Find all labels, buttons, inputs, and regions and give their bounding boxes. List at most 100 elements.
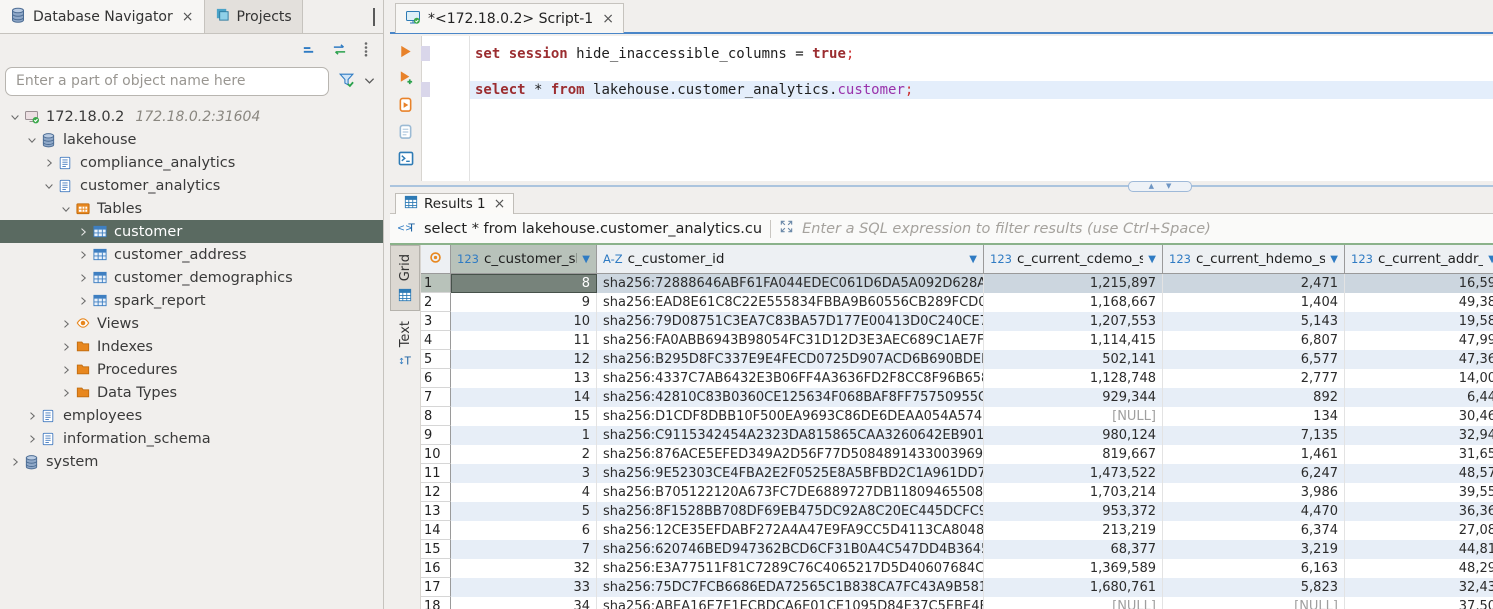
collapse-down-icon[interactable]: ▼ bbox=[1166, 183, 1171, 190]
table-cell[interactable]: 1,404 bbox=[1163, 293, 1345, 312]
row-number[interactable]: 1 bbox=[421, 274, 451, 293]
expand-filter-icon[interactable] bbox=[779, 219, 794, 238]
table-cell[interactable]: 49,38 bbox=[1345, 293, 1493, 312]
tree-item-procedures[interactable]: Procedures bbox=[0, 358, 383, 381]
table-cell[interactable]: 3 bbox=[451, 464, 597, 483]
row-number[interactable]: 13 bbox=[421, 502, 451, 521]
row-number[interactable]: 17 bbox=[421, 578, 451, 597]
tree-item-172.18.0.2[interactable]: 172.18.0.2172.18.0.2:31604 bbox=[0, 105, 383, 128]
table-cell[interactable]: 4,470 bbox=[1163, 502, 1345, 521]
table-cell[interactable]: 1,703,214 bbox=[984, 483, 1163, 502]
view-menu-button[interactable] bbox=[363, 41, 369, 57]
table-cell[interactable]: 33 bbox=[451, 578, 597, 597]
chevron-down-icon[interactable] bbox=[6, 111, 23, 123]
tree-item-compliance-analytics[interactable]: compliance_analytics bbox=[0, 151, 383, 174]
chevron-right-icon[interactable] bbox=[6, 456, 23, 468]
table-cell[interactable]: sha256:620746BED947362BCD6CF31B0A4C547DD… bbox=[597, 540, 984, 559]
table-cell[interactable]: 31,65 bbox=[1345, 445, 1493, 464]
table-cell[interactable]: 1,128,748 bbox=[984, 369, 1163, 388]
table-cell[interactable]: sha256:876ACE5EFED349A2D56F77D5084891433… bbox=[597, 445, 984, 464]
sort-dropdown-icon[interactable]: ▼ bbox=[1488, 254, 1493, 265]
table-cell[interactable]: sha256:8F1528BB708DF69EB475DC92A8C20EC44… bbox=[597, 502, 984, 521]
table-cell[interactable]: 27,08 bbox=[1345, 521, 1493, 540]
table-cell[interactable]: 32 bbox=[451, 559, 597, 578]
table-cell[interactable]: 2,777 bbox=[1163, 369, 1345, 388]
chevron-right-icon[interactable] bbox=[23, 433, 40, 445]
table-cell[interactable]: sha256:C9115342454A2323DA815865CAA326064… bbox=[597, 426, 984, 445]
table-cell[interactable]: sha256:4337C7AB6432E3B06FF4A3636FD2F8CC8… bbox=[597, 369, 984, 388]
table-cell[interactable]: 13 bbox=[451, 369, 597, 388]
row-number[interactable]: 4 bbox=[421, 331, 451, 350]
tab-sql-script[interactable]: *<172.18.0.2> Script-1 × bbox=[395, 3, 624, 33]
execute-statement-button[interactable] bbox=[398, 44, 413, 59]
table-cell[interactable]: 44,81 bbox=[1345, 540, 1493, 559]
table-cell[interactable]: 8 bbox=[451, 274, 597, 293]
tree-item-customer-address[interactable]: customer_address bbox=[0, 243, 383, 266]
chevron-down-icon[interactable] bbox=[23, 134, 40, 146]
column-header-c_customer_sk[interactable]: 123c_customer_sk▼ bbox=[451, 245, 597, 273]
table-cell[interactable]: 1 bbox=[451, 426, 597, 445]
table-cell[interactable]: 1,461 bbox=[1163, 445, 1345, 464]
table-cell[interactable]: sha256:E3A77511F81C7289C76C4065217D5D406… bbox=[597, 559, 984, 578]
table-cell[interactable]: [NULL] bbox=[984, 597, 1163, 609]
table-cell[interactable]: 2 bbox=[451, 445, 597, 464]
row-number[interactable]: 15 bbox=[421, 540, 451, 559]
table-cell[interactable]: sha256:B295D8FC337E9E4FECD0725D907ACD6B6… bbox=[597, 350, 984, 369]
row-number[interactable]: 10 bbox=[421, 445, 451, 464]
splitter-sash[interactable]: ▲ ▼ bbox=[1128, 181, 1192, 192]
table-cell[interactable]: 7,135 bbox=[1163, 426, 1345, 445]
table-cell[interactable]: 3,986 bbox=[1163, 483, 1345, 502]
object-name-filter-input[interactable] bbox=[5, 67, 329, 96]
table-cell[interactable]: 5 bbox=[451, 502, 597, 521]
table-cell[interactable]: 892 bbox=[1163, 388, 1345, 407]
table-cell[interactable]: 6,374 bbox=[1163, 521, 1345, 540]
tree-item-system[interactable]: system bbox=[0, 450, 383, 473]
sort-dropdown-icon[interactable]: ▼ bbox=[1148, 254, 1156, 265]
table-cell[interactable]: 6,577 bbox=[1163, 350, 1345, 369]
tree-item-customer-demographics[interactable]: customer_demographics bbox=[0, 266, 383, 289]
table-cell[interactable]: 6,807 bbox=[1163, 331, 1345, 350]
sql-code-area[interactable]: set session hide_inaccessible_columns = … bbox=[470, 36, 1493, 181]
table-cell[interactable]: 37,50 bbox=[1345, 597, 1493, 609]
table-cell[interactable]: 19,58 bbox=[1345, 312, 1493, 331]
table-cell[interactable]: 30,46 bbox=[1345, 407, 1493, 426]
table-cell[interactable]: sha256:B705122120A673FC7DE6889727DB11809… bbox=[597, 483, 984, 502]
table-cell[interactable]: 6,44 bbox=[1345, 388, 1493, 407]
table-cell[interactable]: 1,168,667 bbox=[984, 293, 1163, 312]
explain-plan-button[interactable] bbox=[398, 124, 413, 140]
table-cell[interactable]: 1,114,415 bbox=[984, 331, 1163, 350]
chevron-down-icon[interactable] bbox=[57, 203, 74, 215]
chevron-right-icon[interactable] bbox=[57, 364, 74, 376]
presentation-tab-grid[interactable]: Grid bbox=[390, 245, 420, 311]
table-cell[interactable]: 1,369,589 bbox=[984, 559, 1163, 578]
row-number[interactable]: 8 bbox=[421, 407, 451, 426]
row-number[interactable]: 6 bbox=[421, 369, 451, 388]
table-cell[interactable]: 502,141 bbox=[984, 350, 1163, 369]
table-cell[interactable]: 1,215,897 bbox=[984, 274, 1163, 293]
table-cell[interactable]: 47,36 bbox=[1345, 350, 1493, 369]
column-header-c_current_addr_sk[interactable]: 123c_current_addr_sk▼ bbox=[1345, 245, 1493, 273]
row-number[interactable]: 16 bbox=[421, 559, 451, 578]
sort-dropdown-icon[interactable]: ▼ bbox=[1330, 254, 1338, 265]
collapse-up-icon[interactable]: ▲ bbox=[1149, 183, 1154, 190]
table-cell[interactable]: 34 bbox=[451, 597, 597, 609]
table-cell[interactable]: 6,247 bbox=[1163, 464, 1345, 483]
sort-dropdown-icon[interactable]: ▼ bbox=[582, 254, 590, 265]
table-cell[interactable]: 9 bbox=[451, 293, 597, 312]
row-number[interactable]: 7 bbox=[421, 388, 451, 407]
table-cell[interactable]: sha256:D1CDF8DBB10F500EA9693C86DE6DEAA05… bbox=[597, 407, 984, 426]
close-icon[interactable]: × bbox=[182, 9, 194, 25]
column-header-c_customer_id[interactable]: A-Zc_customer_id▼ bbox=[597, 245, 984, 273]
column-header-c_current_hdemo_sk[interactable]: 123c_current_hdemo_sk▼ bbox=[1163, 245, 1345, 273]
chevron-right-icon[interactable] bbox=[57, 318, 74, 330]
table-cell[interactable]: sha256:FA0ABB6943B98054FC31D12D3E3AEC689… bbox=[597, 331, 984, 350]
tree-item-customer-analytics[interactable]: customer_analytics bbox=[0, 174, 383, 197]
table-cell[interactable]: 47,99 bbox=[1345, 331, 1493, 350]
tab-database-navigator[interactable]: Database Navigator × bbox=[0, 0, 205, 33]
table-cell[interactable]: 1,680,761 bbox=[984, 578, 1163, 597]
row-number[interactable]: 9 bbox=[421, 426, 451, 445]
table-cell[interactable]: 12 bbox=[451, 350, 597, 369]
execute-script-button[interactable] bbox=[398, 97, 413, 113]
table-cell[interactable]: 953,372 bbox=[984, 502, 1163, 521]
close-icon[interactable]: × bbox=[602, 11, 614, 27]
